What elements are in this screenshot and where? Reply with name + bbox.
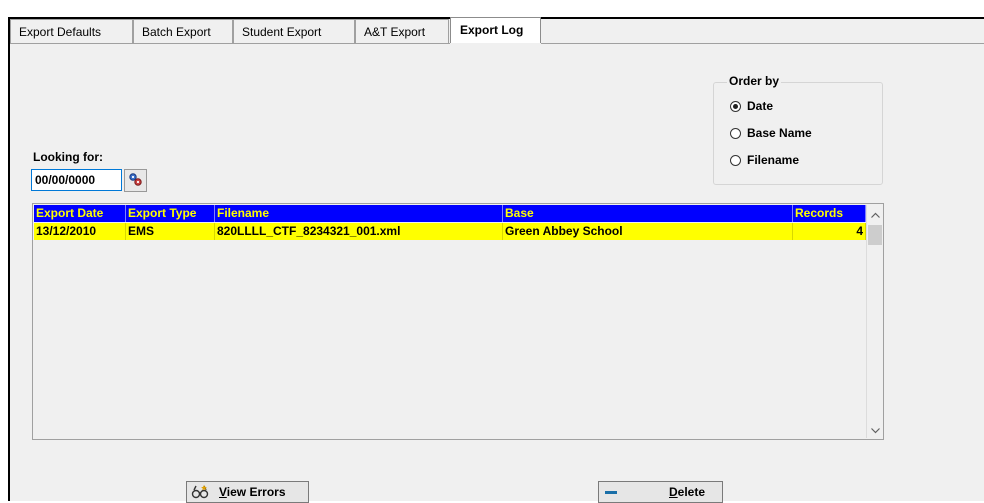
chevron-up-icon bbox=[870, 207, 880, 221]
date-picker-button[interactable] bbox=[124, 169, 147, 192]
cell-export-date: 13/12/2010 bbox=[34, 223, 126, 240]
binoculars-icon bbox=[191, 484, 209, 500]
view-errors-label: iew Errors bbox=[226, 485, 286, 499]
cell-filename: 820LLLL_CTF_8234321_001.xml bbox=[215, 223, 503, 240]
cell-records: 4 bbox=[793, 223, 866, 240]
looking-for-label: Looking for: bbox=[33, 150, 103, 164]
column-header-records[interactable]: Records bbox=[793, 205, 866, 222]
radio-filename-label: Filename bbox=[747, 153, 800, 167]
tab-student-export[interactable]: Student Export bbox=[233, 19, 355, 43]
radio-date-label: Date bbox=[747, 99, 774, 113]
tab-export-log[interactable]: Export Log bbox=[450, 17, 541, 44]
tab-bar: Export Defaults Batch Export Student Exp… bbox=[10, 17, 984, 44]
cell-base: Green Abbey School bbox=[503, 223, 793, 240]
radio-date[interactable] bbox=[730, 100, 741, 112]
order-by-date-option[interactable]: Date bbox=[730, 98, 773, 114]
chevron-down-icon bbox=[870, 423, 880, 437]
column-header-filename[interactable]: Filename bbox=[215, 205, 503, 222]
grid-vertical-scrollbar[interactable] bbox=[866, 205, 883, 438]
delete-accelerator: D bbox=[669, 485, 678, 499]
tab-export-defaults[interactable]: Export Defaults bbox=[10, 19, 133, 43]
order-by-base-name-option[interactable]: Base Name bbox=[730, 125, 812, 141]
radio-base-name[interactable] bbox=[730, 127, 741, 139]
order-by-title: Order by bbox=[727, 74, 782, 88]
radio-base-name-label: Base Name bbox=[747, 126, 812, 140]
gear-search-icon bbox=[128, 172, 143, 190]
scroll-down-button[interactable] bbox=[867, 421, 883, 438]
order-by-filename-option[interactable]: Filename bbox=[730, 152, 799, 168]
table-row[interactable]: 13/12/2010 EMS 820LLLL_CTF_8234321_001.x… bbox=[34, 223, 866, 240]
date-search-input[interactable] bbox=[31, 169, 122, 191]
delete-label: elete bbox=[677, 485, 706, 499]
tab-at-export[interactable]: A&T Export bbox=[355, 19, 449, 43]
view-errors-button[interactable]: View Errors bbox=[186, 481, 309, 503]
view-errors-accelerator: V bbox=[219, 485, 227, 499]
cell-export-type: EMS bbox=[126, 223, 215, 240]
delete-button[interactable]: Delete bbox=[598, 481, 723, 503]
column-header-export-date[interactable]: Export Date bbox=[34, 205, 126, 222]
tab-batch-export[interactable]: Batch Export bbox=[133, 19, 233, 43]
minus-icon bbox=[603, 485, 619, 499]
column-header-export-type[interactable]: Export Type bbox=[126, 205, 215, 222]
radio-filename[interactable] bbox=[730, 154, 741, 166]
scroll-thumb[interactable] bbox=[868, 225, 882, 245]
export-log-grid[interactable]: Export Date Export Type Filename Base Re… bbox=[32, 203, 884, 440]
column-header-base[interactable]: Base bbox=[503, 205, 793, 222]
scroll-up-button[interactable] bbox=[867, 205, 883, 222]
grid-header-row: Export Date Export Type Filename Base Re… bbox=[34, 205, 866, 222]
